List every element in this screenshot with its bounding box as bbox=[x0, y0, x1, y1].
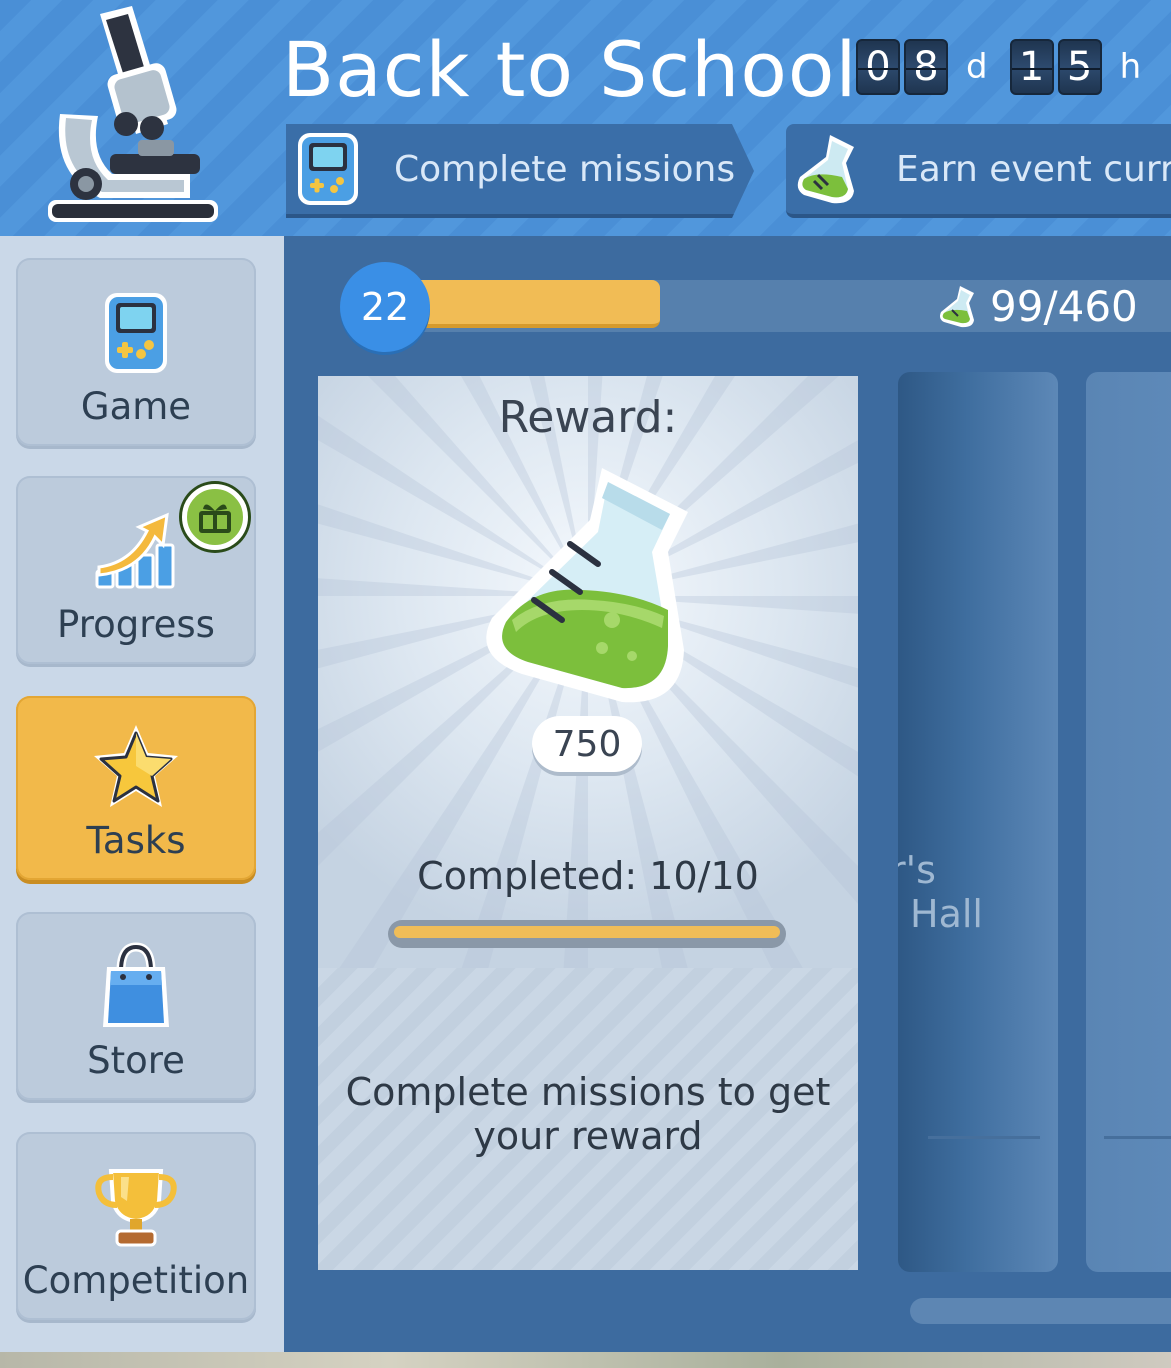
timer-digit: 8 bbox=[904, 39, 948, 95]
timer-digit: 5 bbox=[1057, 39, 1102, 95]
trophy-icon bbox=[95, 1169, 177, 1247]
sidebar-item-label: Game bbox=[80, 385, 192, 428]
game-console-icon bbox=[105, 293, 167, 373]
sidebar-item-progress[interactable]: Progress bbox=[16, 476, 256, 664]
next-task-title-line: r's bbox=[898, 848, 936, 892]
completed-progress-fill bbox=[394, 926, 780, 938]
sidebar-item-competition[interactable]: Competition bbox=[16, 1132, 256, 1320]
divider bbox=[1104, 1136, 1171, 1139]
divider bbox=[928, 1136, 1040, 1139]
reward-title: Reward: bbox=[498, 392, 678, 443]
timer-unit-hours: h bbox=[1119, 47, 1142, 87]
step-label: Complete missions bbox=[394, 148, 736, 190]
reward-description-line: Complete missions to get bbox=[345, 1070, 831, 1114]
step-complete-missions: Complete missions bbox=[286, 124, 754, 218]
completed-progress-bar bbox=[388, 920, 786, 948]
reward-description-line: your reward bbox=[473, 1114, 703, 1158]
next-task-title: r's Hall bbox=[898, 848, 983, 936]
step-label: Earn event curre bbox=[896, 148, 1171, 190]
timer-digit: 1 bbox=[1009, 39, 1054, 95]
reward-amount: 750 bbox=[532, 716, 642, 772]
sidebar-item-label: Tasks bbox=[86, 819, 186, 862]
sidebar-item-game[interactable]: Game bbox=[16, 258, 256, 446]
horizontal-scrollbar[interactable] bbox=[910, 1298, 1171, 1324]
timer-unit-days: d bbox=[966, 47, 988, 87]
reward-description: Complete missions to get your reward bbox=[338, 1070, 838, 1158]
sidebar-item-tasks[interactable]: Tasks bbox=[16, 696, 256, 880]
star-icon bbox=[94, 725, 178, 807]
event-header: Back to School 0 8 d 1 5 h Complete miss… bbox=[0, 0, 1171, 236]
sidebar-item-label: Competition bbox=[22, 1259, 250, 1302]
completed-count: Completed: 10/10 bbox=[417, 854, 759, 898]
tasks-panel: 22 99/460 Reward: 750 Completed: 10/10 C… bbox=[284, 236, 1171, 1352]
background-strip bbox=[0, 1352, 1171, 1368]
timer-digit: 0 bbox=[856, 39, 900, 95]
shopping-bag-icon bbox=[103, 942, 169, 1027]
sidebar-item-label: Progress bbox=[57, 603, 215, 646]
level-badge: 22 bbox=[340, 262, 430, 352]
currency-amount: 99/460 bbox=[990, 281, 1138, 331]
event-title: Back to School bbox=[282, 25, 858, 114]
gift-icon bbox=[182, 484, 248, 550]
sidebar-item-label: Store bbox=[87, 1039, 185, 1082]
flask-icon bbox=[797, 135, 854, 204]
progress-chart-icon bbox=[95, 512, 175, 589]
currency-counter: 99/460 bbox=[936, 280, 1138, 332]
reward-card-top: Reward: 750 Completed: 10/10 bbox=[318, 376, 858, 968]
event-countdown: 0 8 d 1 5 h bbox=[856, 38, 1141, 96]
next-task-card[interactable] bbox=[1086, 372, 1171, 1272]
game-console-icon bbox=[292, 129, 364, 209]
flask-icon bbox=[940, 286, 974, 328]
next-task-card[interactable]: r's Hall bbox=[898, 372, 1058, 1272]
step-earn-currency: Earn event curre bbox=[786, 124, 1171, 218]
level-progress-fill bbox=[396, 280, 660, 328]
microscope-icon bbox=[48, 6, 218, 222]
reward-card[interactable]: Reward: 750 Completed: 10/10 Complete mi… bbox=[318, 376, 858, 1270]
sidebar-nav: Game Progress Tasks Store Competition bbox=[0, 236, 284, 1352]
reward-card-footer: Complete missions to get your reward bbox=[318, 968, 858, 1270]
next-task-title-line: Hall bbox=[910, 892, 983, 936]
sidebar-item-store[interactable]: Store bbox=[16, 912, 256, 1100]
flask-icon bbox=[486, 468, 688, 703]
